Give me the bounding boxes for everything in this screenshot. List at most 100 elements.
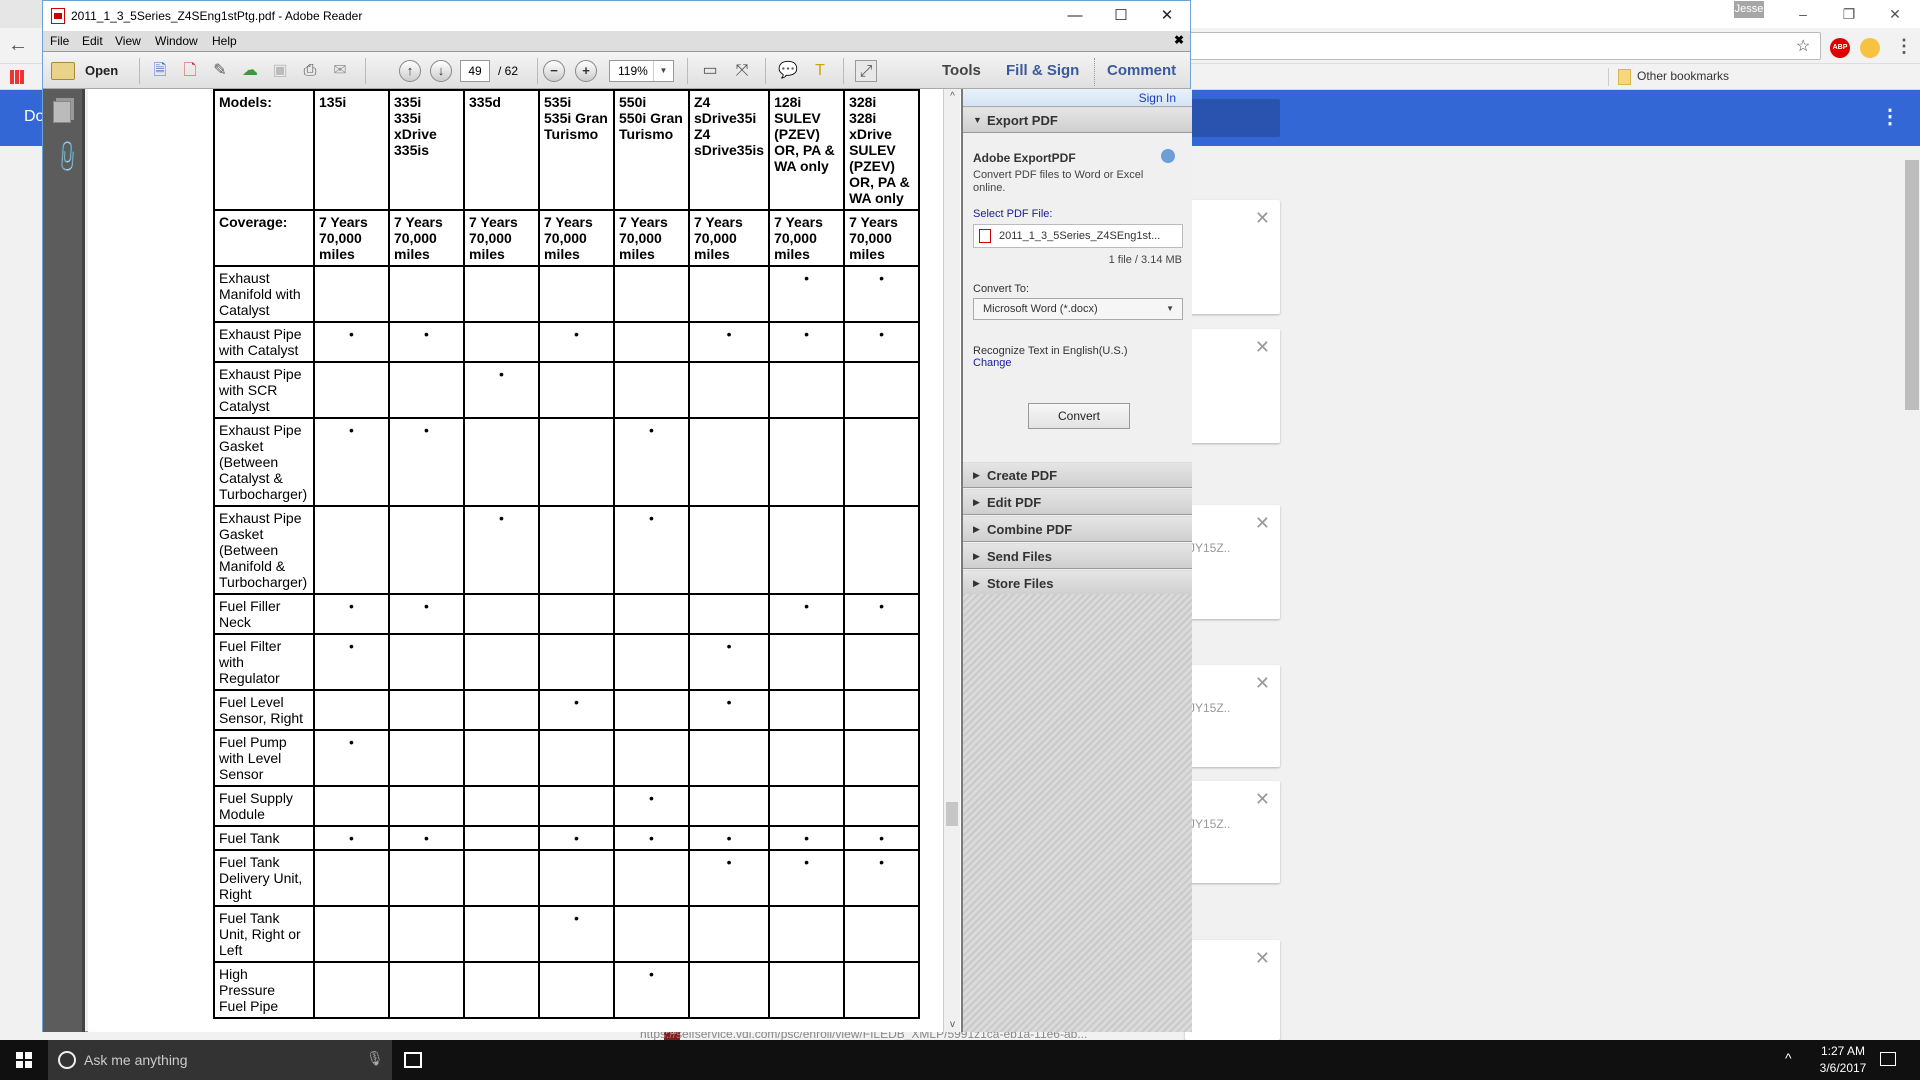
change-language-link[interactable]: Change — [973, 357, 1012, 369]
section-store-files[interactable]: ▶ Store Files — [963, 570, 1192, 596]
pdf-file-icon — [979, 229, 991, 243]
section-edit-pdf[interactable]: ▶ Edit PDF — [963, 489, 1192, 515]
cortana-search-box[interactable]: Ask me anything 🎙 — [48, 1040, 392, 1080]
back-arrow-icon[interactable]: ← — [8, 34, 28, 57]
highlight-text-icon[interactable]: T — [809, 60, 831, 82]
section-send-files[interactable]: ▶ Send Files — [963, 543, 1192, 569]
close-icon[interactable]: ✕ — [1255, 208, 1270, 229]
paperclip-icon[interactable]: 📎 — [48, 138, 86, 176]
profile-button[interactable]: Jesse — [1734, 1, 1764, 18]
tools-pane-empty-area — [963, 594, 1192, 1032]
zoom-in-button[interactable]: + — [575, 60, 597, 82]
edit-pdf-icon[interactable]: ✎ — [209, 60, 231, 82]
bookmark-star-icon[interactable]: ☆ — [1796, 36, 1810, 56]
clock-time[interactable]: 1:27 AM — [1813, 1044, 1873, 1058]
coverage-cell — [388, 689, 465, 731]
list-item[interactable]: ✕ — [1185, 329, 1280, 443]
select-file-label: Select PDF File: — [973, 208, 1053, 220]
convert-to-select[interactable]: Microsoft Word (*.docx) ▼ — [973, 298, 1183, 320]
coverage-cell — [313, 849, 390, 907]
coverage-cell: • — [768, 593, 846, 635]
save-icon[interactable]: ▣ — [269, 60, 291, 82]
task-view-icon[interactable] — [404, 1052, 422, 1068]
list-item[interactable]: ✕ JY15Z.. — [1185, 665, 1280, 767]
menu-window[interactable]: Window — [155, 34, 198, 48]
print-icon[interactable]: ⎙ — [299, 60, 321, 82]
close-document-icon[interactable]: ✖ — [1174, 33, 1184, 47]
header-cell: 135i — [313, 89, 390, 211]
convert-button[interactable]: Convert — [1028, 403, 1130, 429]
close-icon[interactable]: ✕ — [1255, 337, 1270, 358]
fit-width-icon[interactable]: ⤧ — [731, 60, 753, 82]
close-icon[interactable]: ✕ — [1255, 789, 1270, 810]
tab-fill-sign[interactable]: Fill & Sign — [1006, 62, 1079, 79]
close-icon[interactable]: ✕ — [1255, 513, 1270, 534]
chrome-menu-icon[interactable]: ⋮ — [1895, 36, 1913, 57]
page-thumbnails-icon[interactable] — [53, 101, 71, 123]
adblock-plus-icon[interactable]: ABP — [1830, 38, 1850, 58]
cloud-upload-icon[interactable]: ☁ — [239, 60, 261, 82]
scroll-up-icon[interactable]: ^ — [944, 91, 961, 102]
fit-page-icon[interactable]: ▭ — [699, 60, 721, 82]
coverage-cell — [313, 905, 390, 963]
more-vert-icon[interactable]: ⋮ — [1880, 104, 1900, 129]
chrome-close-button[interactable]: ✕ — [1872, 0, 1918, 28]
chrome-restore-button[interactable]: ❐ — [1826, 0, 1872, 28]
zoom-dropdown-icon[interactable]: ▼ — [653, 61, 673, 81]
list-item[interactable]: ✕ — [1185, 940, 1280, 1040]
create-pdf-icon[interactable]: 🗎 — [149, 60, 171, 82]
menu-file[interactable]: File — [50, 34, 69, 48]
action-center-icon[interactable] — [1880, 1052, 1896, 1066]
tab-comment[interactable]: Comment — [1107, 62, 1176, 79]
other-bookmarks-link[interactable]: Other bookmarks — [1637, 69, 1729, 83]
coverage-cell — [388, 849, 465, 907]
close-icon[interactable]: ✕ — [1255, 673, 1270, 694]
page-number-input[interactable]: 49 — [460, 60, 490, 82]
microphone-icon[interactable]: 🎙 — [366, 1050, 384, 1067]
clock-date[interactable]: 3/6/2017 — [1810, 1061, 1876, 1075]
zoom-out-button[interactable]: − — [543, 60, 565, 82]
chrome-minimize-button[interactable]: – — [1780, 0, 1826, 28]
email-icon[interactable]: ✉ — [329, 60, 351, 82]
maximize-button[interactable]: ☐ — [1098, 1, 1144, 31]
chrome-scrollbar[interactable] — [1905, 160, 1919, 410]
chevron-up-icon[interactable]: ^ — [1785, 1050, 1792, 1066]
selected-file-field[interactable]: 2011_1_3_5Series_Z4SEng1st... — [973, 224, 1183, 248]
full-screen-icon[interactable]: ⤢ — [855, 60, 877, 82]
sticky-note-icon[interactable]: 💬 — [777, 60, 799, 82]
tab-tools[interactable]: Tools — [942, 62, 981, 79]
minimize-button[interactable]: — — [1052, 1, 1098, 31]
open-button[interactable]: Open — [85, 63, 118, 78]
header-cell: 7 Years 70,000 miles — [687, 209, 771, 267]
coverage-cell — [538, 785, 615, 827]
export-pdf-icon[interactable]: 🗋 — [179, 60, 201, 82]
tools-pane: Sign In ▼ Export PDF Adobe ExportPDF Con… — [961, 89, 1192, 1032]
list-item[interactable]: ✕ JY15Z.. — [1185, 505, 1280, 619]
scroll-thumb[interactable] — [946, 802, 958, 826]
menu-edit[interactable]: Edit — [82, 34, 103, 48]
list-item[interactable]: ✕ — [1185, 200, 1280, 314]
section-export-pdf[interactable]: ▼ Export PDF — [963, 107, 1192, 133]
emoji-extension-icon[interactable] — [1860, 38, 1880, 58]
section-combine-pdf[interactable]: ▶ Combine PDF — [963, 516, 1192, 542]
previous-page-button[interactable]: ↑ — [399, 60, 421, 82]
section-create-pdf[interactable]: ▶ Create PDF — [963, 462, 1192, 488]
next-page-button[interactable]: ↓ — [430, 60, 452, 82]
start-button[interactable] — [0, 1040, 48, 1080]
apps-grid-icon[interactable] — [10, 70, 24, 84]
menu-view[interactable]: View — [115, 34, 141, 48]
document-scrollbar[interactable]: ^ v — [943, 89, 960, 1032]
sign-in-link[interactable]: Sign In — [1139, 91, 1176, 105]
coverage-cell — [388, 961, 465, 1019]
menu-help[interactable]: Help — [212, 34, 237, 48]
coverage-cell: • — [768, 265, 846, 323]
export-description: Convert PDF files to Word or Excel onlin… — [973, 169, 1144, 194]
list-item[interactable]: ✕ JY15Z.. — [1185, 781, 1280, 883]
coverage-cell — [538, 417, 615, 507]
close-button[interactable]: ✕ — [1144, 1, 1190, 31]
page-header-search[interactable] — [1180, 99, 1280, 137]
coverage-cell — [463, 825, 540, 851]
open-folder-icon[interactable] — [51, 62, 75, 80]
scroll-down-icon[interactable]: v — [944, 1019, 961, 1030]
close-icon[interactable]: ✕ — [1255, 948, 1270, 969]
